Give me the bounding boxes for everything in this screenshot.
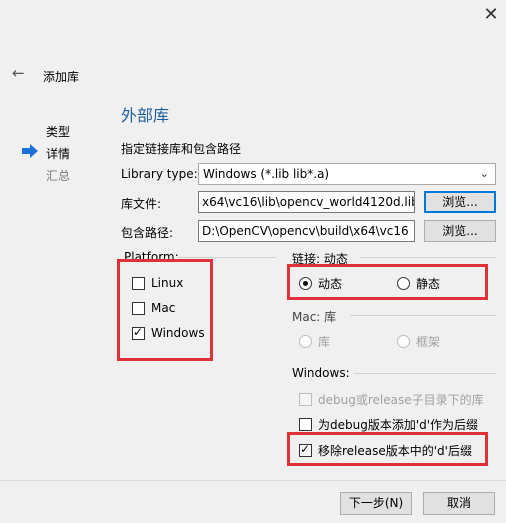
mac-framework[interactable]: 框架: [397, 333, 440, 350]
remove-suffix-label: 移除release版本中的'd'后缀: [318, 444, 472, 458]
linkage-dynamic[interactable]: 动态: [299, 275, 342, 292]
step-summary: 汇总: [46, 169, 71, 183]
debug-suffix-checkbox[interactable]: [299, 418, 312, 431]
include-path-label: 包含路径:: [121, 226, 174, 240]
platform-mac[interactable]: Mac: [132, 301, 175, 315]
subdir-checkbox[interactable]: [299, 393, 312, 406]
mac-divider: [350, 315, 496, 316]
lib-file-label: 库文件:: [121, 197, 162, 211]
mac-group-label: Mac: 库: [292, 310, 337, 324]
windows-group-label: Windows:: [292, 366, 350, 380]
remove-suffix-checkbox[interactable]: [299, 442, 312, 457]
windows-checkbox[interactable]: [132, 325, 145, 340]
back-arrow-icon[interactable]: ←: [12, 64, 25, 82]
wizard-title: 添加库: [43, 70, 80, 84]
subdir-label: debug或release子目录下的库: [318, 393, 484, 407]
platform-divider: [178, 257, 276, 258]
page-title: 外部库: [121, 106, 170, 125]
footer-divider: [0, 480, 506, 481]
library-type-label: Library type:: [121, 167, 198, 181]
step-type: 类型: [46, 125, 71, 139]
mac-library-label: 库: [318, 335, 331, 349]
windows-remove-suffix-option[interactable]: 移除release版本中的'd'后缀: [299, 442, 472, 459]
chevron-down-icon: ⌄: [479, 167, 489, 180]
browse-lib-button[interactable]: 浏览...: [424, 191, 496, 213]
include-path-field[interactable]: D:\OpenCV\opencv\build\x64\vc16: [198, 220, 415, 242]
dynamic-label: 动态: [318, 277, 343, 291]
mac-label: Mac: [151, 301, 176, 315]
page-subtitle: 指定链接库和包含路径: [121, 142, 242, 156]
browse-include-button[interactable]: 浏览...: [424, 220, 496, 242]
mac-framework-radio[interactable]: [397, 335, 410, 348]
cancel-button[interactable]: 取消: [423, 492, 495, 515]
linux-label: Linux: [151, 276, 184, 290]
library-type-value: Windows (*.lib lib*.a): [203, 167, 330, 181]
windows-divider: [354, 373, 496, 374]
next-button[interactable]: 下一步(N): [340, 492, 412, 515]
platform-linux[interactable]: Linux: [132, 276, 183, 290]
mac-library-radio[interactable]: [299, 335, 312, 348]
current-step-arrow-icon: [22, 144, 38, 158]
linux-checkbox[interactable]: [132, 276, 145, 290]
windows-subdir-option[interactable]: debug或release子目录下的库: [299, 391, 484, 408]
platform-windows[interactable]: Windows: [132, 325, 205, 340]
static-label: 静态: [416, 277, 441, 291]
library-type-select[interactable]: Windows (*.lib lib*.a) ⌄: [198, 163, 496, 185]
linkage-static[interactable]: 静态: [397, 275, 440, 292]
static-radio[interactable]: [397, 277, 410, 290]
dynamic-radio[interactable]: [299, 277, 312, 290]
close-icon[interactable]: ✕: [480, 4, 502, 26]
mac-framework-label: 框架: [416, 335, 441, 349]
windows-debug-suffix-option[interactable]: 为debug版本添加'd'作为后缀: [299, 416, 478, 433]
mac-library[interactable]: 库: [299, 333, 330, 350]
mac-checkbox[interactable]: [132, 301, 145, 315]
windows-label: Windows: [151, 326, 205, 340]
linkage-divider: [360, 257, 496, 258]
step-details: 详情: [46, 147, 71, 161]
lib-file-field[interactable]: x64\vc16\lib\opencv_world4120d.lib: [198, 191, 415, 213]
debug-suffix-label: 为debug版本添加'd'作为后缀: [318, 418, 479, 432]
